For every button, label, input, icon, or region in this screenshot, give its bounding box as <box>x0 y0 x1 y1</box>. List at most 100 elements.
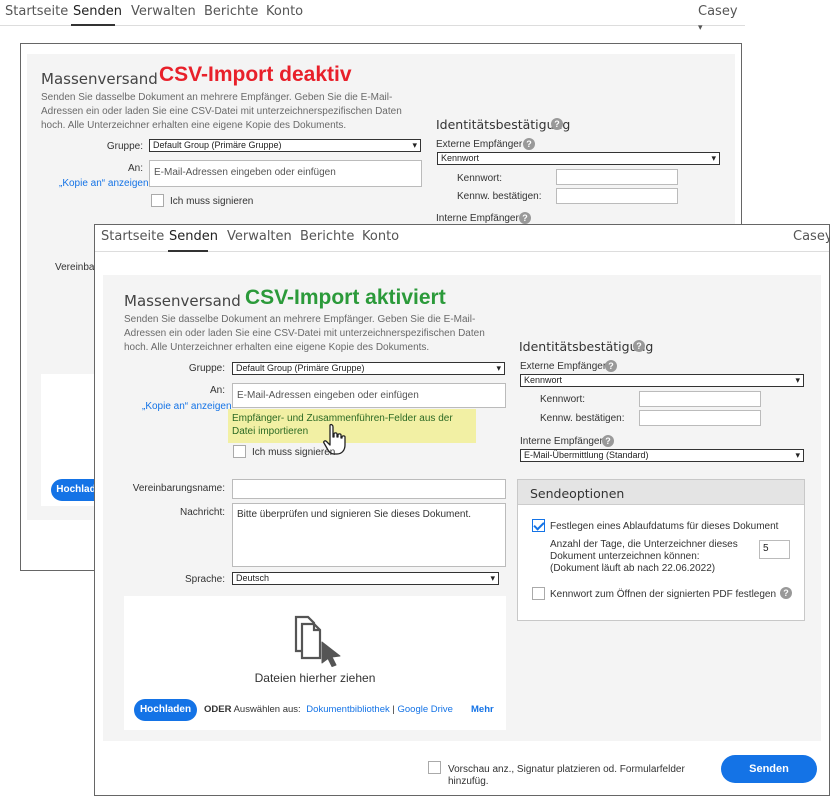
external-recipients-label: Externe Empfänger <box>436 139 523 150</box>
expiry-date-note: (Dokument läuft ab nach 22.06.2022) <box>550 563 716 574</box>
nav-item-berichte[interactable]: Berichte <box>300 229 354 244</box>
annotation-csv-disabled: CSV-Import deaktiv <box>159 63 352 86</box>
chevron-down-icon: ▾ <box>795 450 800 460</box>
chevron-down-icon: ▾ <box>490 573 495 583</box>
i-must-sign-checkbox[interactable] <box>151 194 164 207</box>
password-label: Kennwort: <box>540 394 586 405</box>
help-icon[interactable]: ? <box>551 118 563 130</box>
page-title: Massenversand <box>124 292 241 310</box>
source-chooser: ODER Auswählen aus: Dokumentbibliothek |… <box>204 704 453 715</box>
confirm-password-input[interactable] <box>639 410 761 426</box>
nav-item-konto[interactable]: Konto <box>266 4 303 19</box>
help-icon[interactable]: ? <box>523 138 535 150</box>
message-textarea[interactable]: Bitte überprüfen und signieren Sie diese… <box>232 503 506 567</box>
window-csv-enabled: Startseite Senden Verwalten Berichte Kon… <box>94 224 830 796</box>
choose-from-text: Auswählen aus: <box>233 704 301 715</box>
description: Senden Sie dasselbe Dokument an mehrere … <box>124 314 485 353</box>
send-options-title: Sendeoptionen <box>530 486 625 501</box>
email-input[interactable]: E-Mail-Adressen eingeben oder einfügen <box>232 383 506 408</box>
user-name: Casey <box>698 4 738 19</box>
show-cc-link[interactable]: „Kopie an“ anzeigen <box>59 178 149 189</box>
upload-button[interactable]: Hochladen <box>134 699 197 721</box>
help-icon[interactable]: ? <box>602 435 614 447</box>
external-recipients-label: Externe Empfänger <box>520 361 607 372</box>
pdf-password-checkbox[interactable] <box>532 587 545 600</box>
password-input[interactable] <box>556 169 678 185</box>
annotation-csv-enabled: CSV-Import aktiviert <box>245 286 446 309</box>
internal-auth-select[interactable]: E-Mail-Übermittlung (Standard) ▾ <box>520 449 804 462</box>
help-icon[interactable]: ? <box>605 360 617 372</box>
email-input[interactable]: E-Mail-Adressen eingeben oder einfügen <box>149 160 422 187</box>
confirm-password-label: Kennw. bestätigen: <box>457 191 542 202</box>
group-label: Gruppe: <box>106 141 143 152</box>
language-select[interactable]: Deutsch ▾ <box>232 572 499 585</box>
user-name[interactable]: Casey <box>793 229 830 244</box>
chevron-down-icon: ▾ <box>711 153 716 163</box>
description: Senden Sie dasselbe Dokument an mehrere … <box>41 92 402 131</box>
chevron-down-icon: ▾ <box>496 363 501 373</box>
external-auth-select[interactable]: Kennwort ▾ <box>437 152 720 165</box>
send-button[interactable]: Senden <box>721 755 817 783</box>
confirm-password-label: Kennw. bestätigen: <box>540 413 625 424</box>
to-label: An: <box>209 385 225 396</box>
help-icon[interactable]: ? <box>633 340 645 352</box>
show-cc-link[interactable]: „Kopie an“ anzeigen <box>142 401 232 412</box>
group-label: Gruppe: <box>188 363 225 374</box>
help-icon[interactable]: ? <box>519 212 531 224</box>
preview-checkbox[interactable] <box>428 761 441 774</box>
chevron-down-icon: ▾ <box>412 140 417 150</box>
group-select[interactable]: Default Group (Primäre Gruppe) ▾ <box>232 362 505 375</box>
expiry-label: Festlegen eines Ablaufdatums für dieses … <box>550 521 779 532</box>
expiry-checkbox[interactable] <box>532 519 545 532</box>
internal-recipients-label: Interne Empfänger <box>520 436 603 447</box>
chevron-down-icon: ▾ <box>698 23 703 33</box>
i-must-sign-label: Ich muss signieren <box>252 447 336 458</box>
google-drive-link[interactable]: Google Drive <box>397 704 452 715</box>
confirm-password-input[interactable] <box>556 188 678 204</box>
agreement-name-input[interactable] <box>232 479 506 499</box>
more-sources-link[interactable]: Mehr <box>471 704 494 715</box>
nav-item-startseite[interactable]: Startseite <box>101 229 164 244</box>
days-input[interactable]: 5 <box>759 540 790 559</box>
documents-icon <box>294 615 341 667</box>
drop-files-text: Dateien hierher ziehen <box>254 671 376 685</box>
language-value: Deutsch <box>236 573 270 583</box>
chevron-down-icon: ▾ <box>795 375 800 385</box>
i-must-sign-checkbox[interactable] <box>233 445 246 458</box>
agreement-name-label: Vereinbarungsname: <box>132 483 225 494</box>
top-nav-front: Startseite Senden Verwalten Berichte Kon… <box>95 225 830 252</box>
agreement-label-partial: Vereinbar <box>55 262 98 273</box>
link-separator: | <box>392 704 395 715</box>
days-label-line2: Dokument unterzeichnen können: <box>550 551 700 562</box>
csv-import-link[interactable]: Empfänger- und Zusammenführen-Felder aus… <box>228 409 476 443</box>
user-menu[interactable]: Casey ▾ <box>698 4 745 34</box>
group-select[interactable]: Default Group (Primäre Gruppe) ▾ <box>149 139 421 152</box>
group-value: Default Group (Primäre Gruppe) <box>153 140 282 150</box>
group-value: Default Group (Primäre Gruppe) <box>236 363 365 373</box>
i-must-sign-label: Ich muss signieren <box>170 196 254 207</box>
password-input[interactable] <box>639 391 761 407</box>
nav-item-verwalten[interactable]: Verwalten <box>131 4 196 19</box>
external-auth-value: Kennwort <box>524 375 563 385</box>
help-icon[interactable]: ? <box>780 587 792 599</box>
top-nav-back: Startseite Senden Verwalten Berichte Kon… <box>0 0 745 33</box>
preview-label-line2: hinzufüg. <box>448 776 489 787</box>
nav-item-berichte[interactable]: Berichte <box>204 4 258 19</box>
language-label: Sprache: <box>184 574 225 585</box>
preview-label: Vorschau anz., Signatur platzieren od. F… <box>448 764 685 788</box>
pdf-password-label: Kennwort zum Öffnen der signierten PDF f… <box>550 589 777 600</box>
password-label: Kennwort: <box>457 173 503 184</box>
nav-item-senden[interactable]: Senden <box>73 4 122 19</box>
nav-item-konto[interactable]: Konto <box>362 229 399 244</box>
page-title: Massenversand <box>41 70 158 88</box>
nav-item-verwalten[interactable]: Verwalten <box>227 229 292 244</box>
external-auth-value: Kennwort <box>441 153 480 163</box>
document-library-link[interactable]: Dokumentbibliothek <box>306 704 389 715</box>
external-auth-select[interactable]: Kennwort ▾ <box>520 374 804 387</box>
internal-auth-value: E-Mail-Übermittlung (Standard) <box>524 450 649 460</box>
nav-active-indicator <box>71 24 115 26</box>
or-text: ODER <box>204 704 232 715</box>
nav-item-startseite[interactable]: Startseite <box>5 4 68 19</box>
message-label: Nachricht: <box>179 507 225 518</box>
nav-item-senden[interactable]: Senden <box>169 229 218 244</box>
